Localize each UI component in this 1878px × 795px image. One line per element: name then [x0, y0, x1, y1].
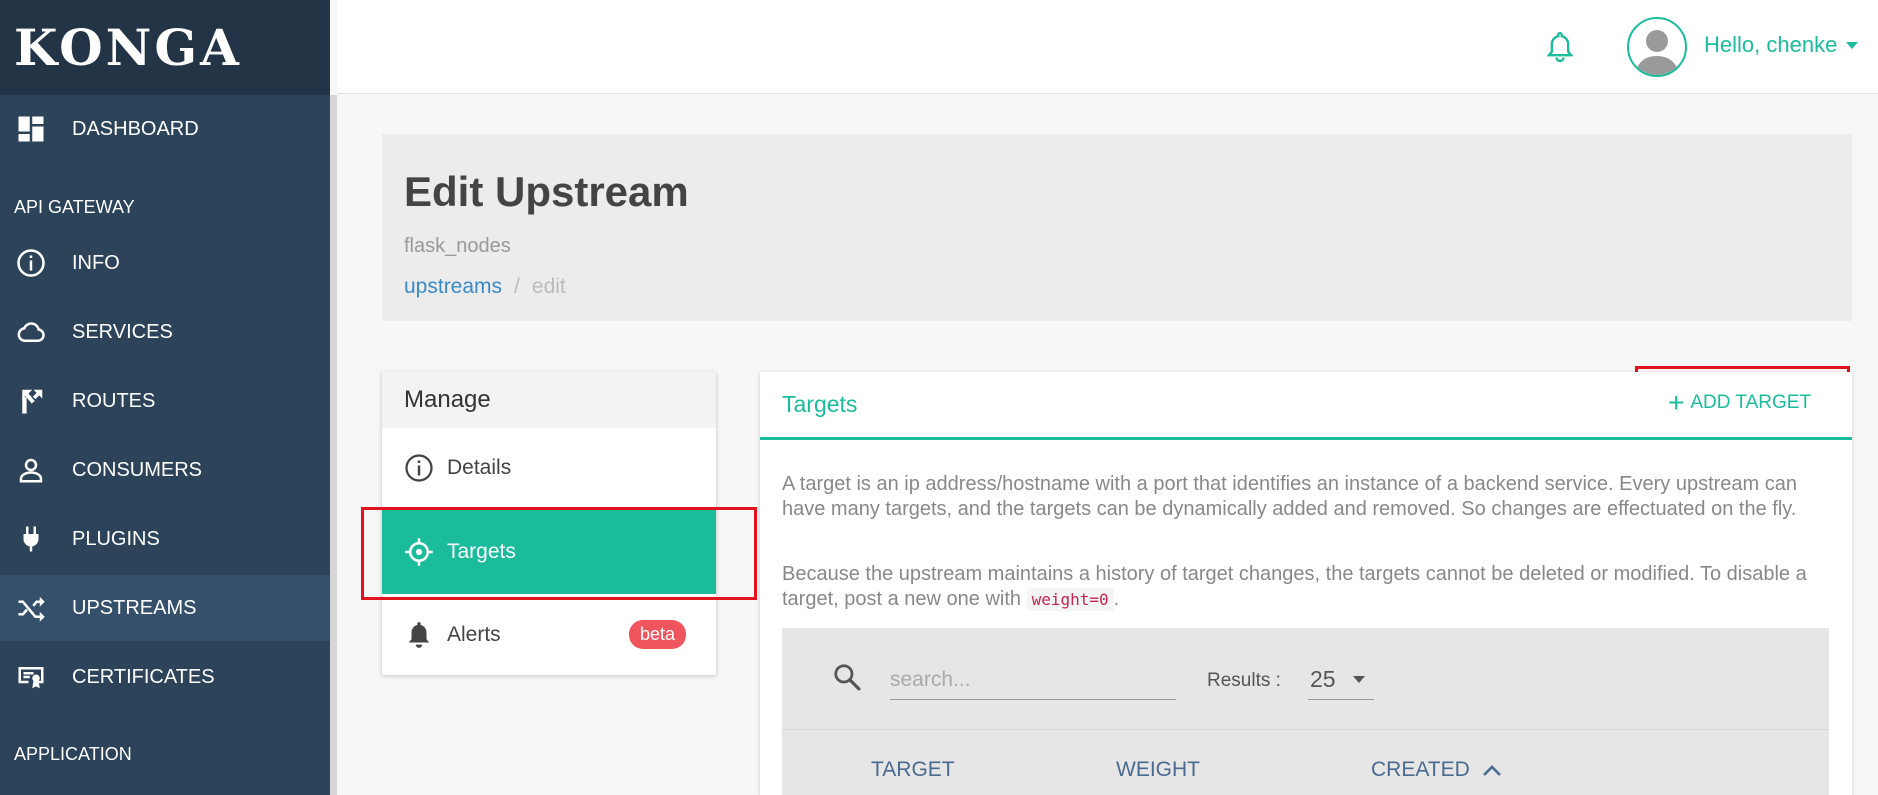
info-icon: [403, 452, 435, 484]
column-header-label: CREATED: [1371, 758, 1470, 781]
bell-icon: [403, 619, 435, 651]
sidebar-item-info[interactable]: INFO: [0, 230, 330, 296]
sidebar-item-label: CERTIFICATES: [72, 665, 215, 688]
targets-panel: Targets + ADD TARGET A target is an ip a…: [760, 372, 1852, 795]
sidebar: KONGA DASHBOARD API GATEWAY INFO SERVICE…: [0, 0, 330, 795]
targets-table: Results : 25 TARGET WEIGHT CREATED: [782, 628, 1829, 795]
breadcrumb-separator: /: [514, 275, 520, 298]
sidebar-item-label: UPSTREAMS: [72, 596, 197, 619]
column-header-target[interactable]: TARGET: [871, 758, 955, 782]
manage-item-label: Alerts: [447, 622, 501, 646]
sidebar-item-upstreams[interactable]: UPSTREAMS: [0, 575, 330, 641]
sidebar-item-routes[interactable]: ROUTES: [0, 368, 330, 434]
search-icon: [832, 662, 862, 692]
breadcrumb: upstreams / edit: [404, 275, 566, 299]
logo[interactable]: KONGA: [0, 0, 330, 95]
manage-item-label: Details: [447, 456, 512, 479]
manage-item-targets[interactable]: Targets: [382, 510, 716, 594]
column-header-created[interactable]: CREATED: [1371, 758, 1502, 782]
cloud-icon: [14, 315, 48, 349]
manage-item-details[interactable]: Details: [382, 428, 716, 508]
manage-item-label: Targets: [447, 540, 516, 563]
sort-ascending-icon: [1482, 765, 1501, 776]
section-label-api-gateway: API GATEWAY: [14, 197, 135, 217]
user-icon: [14, 453, 48, 487]
manage-item-alerts[interactable]: Alerts beta: [382, 594, 716, 675]
sidebar-item-certificates[interactable]: CERTIFICATES: [0, 644, 330, 710]
user-greeting: Hello, chenke: [1704, 32, 1838, 57]
targets-history-note: Because the upstream maintains a history…: [782, 562, 1842, 612]
sidebar-item-label: ROUTES: [72, 389, 156, 412]
shuffle-icon: [14, 591, 48, 625]
sidebar-item-consumers[interactable]: CONSUMERS: [0, 437, 330, 503]
sidebar-item-label: PLUGINS: [72, 527, 160, 550]
manage-panel: Manage Details Targets Alerts beta: [382, 372, 716, 675]
sidebar-item-dashboard[interactable]: DASHBOARD: [0, 96, 330, 162]
note-text-end: .: [1113, 588, 1120, 610]
sidebar-item-label: CONSUMERS: [72, 458, 203, 481]
breadcrumb-link-upstreams[interactable]: upstreams: [404, 275, 502, 299]
manage-title: Manage: [382, 372, 716, 428]
crosshair-icon: [403, 536, 435, 568]
targets-header: Targets + ADD TARGET: [760, 372, 1852, 440]
targets-description: A target is an ip address/hostname with …: [782, 473, 1797, 520]
results-label: Results :: [1207, 670, 1281, 691]
sidebar-item-label: SERVICES: [72, 320, 173, 343]
plus-icon: +: [1668, 387, 1685, 418]
certificate-icon: [14, 660, 48, 694]
caret-down-icon: [1352, 676, 1365, 683]
beta-badge: beta: [628, 620, 686, 649]
page-title: Edit Upstream: [404, 168, 689, 215]
page-subtitle: flask_nodes: [404, 235, 511, 257]
section-label-application: APPLICATION: [14, 744, 132, 764]
page-header: Edit Upstream flask_nodes upstreams / ed…: [382, 134, 1852, 321]
breadcrumb-current: edit: [531, 275, 566, 298]
sidebar-item-label: INFO: [72, 251, 120, 274]
results-value: 25: [1310, 666, 1336, 692]
routes-icon: [14, 384, 48, 418]
column-header-weight[interactable]: WEIGHT: [1116, 758, 1200, 782]
add-target-button[interactable]: + ADD TARGET: [1668, 387, 1812, 418]
notification-bell-icon[interactable]: [1546, 30, 1574, 64]
sidebar-item-services[interactable]: SERVICES: [0, 299, 330, 365]
caret-down-icon: [1846, 41, 1859, 49]
info-icon: [14, 246, 48, 280]
targets-title: Targets: [782, 391, 858, 417]
weight-code: weight=0: [1026, 588, 1114, 611]
results-per-page-select[interactable]: 25: [1308, 660, 1374, 700]
note-text: Because the upstream maintains a history…: [782, 563, 1807, 610]
add-target-label: ADD TARGET: [1690, 392, 1812, 413]
dashboard-icon: [14, 112, 48, 146]
plug-icon: [14, 522, 48, 556]
search-input[interactable]: [890, 660, 1176, 700]
sidebar-item-plugins[interactable]: PLUGINS: [0, 506, 330, 572]
sidebar-border: [330, 95, 337, 795]
user-menu[interactable]: Hello, chenke: [1704, 32, 1859, 58]
sidebar-item-label: DASHBOARD: [72, 117, 199, 140]
avatar[interactable]: [1627, 17, 1687, 77]
table-divider: [782, 729, 1829, 730]
